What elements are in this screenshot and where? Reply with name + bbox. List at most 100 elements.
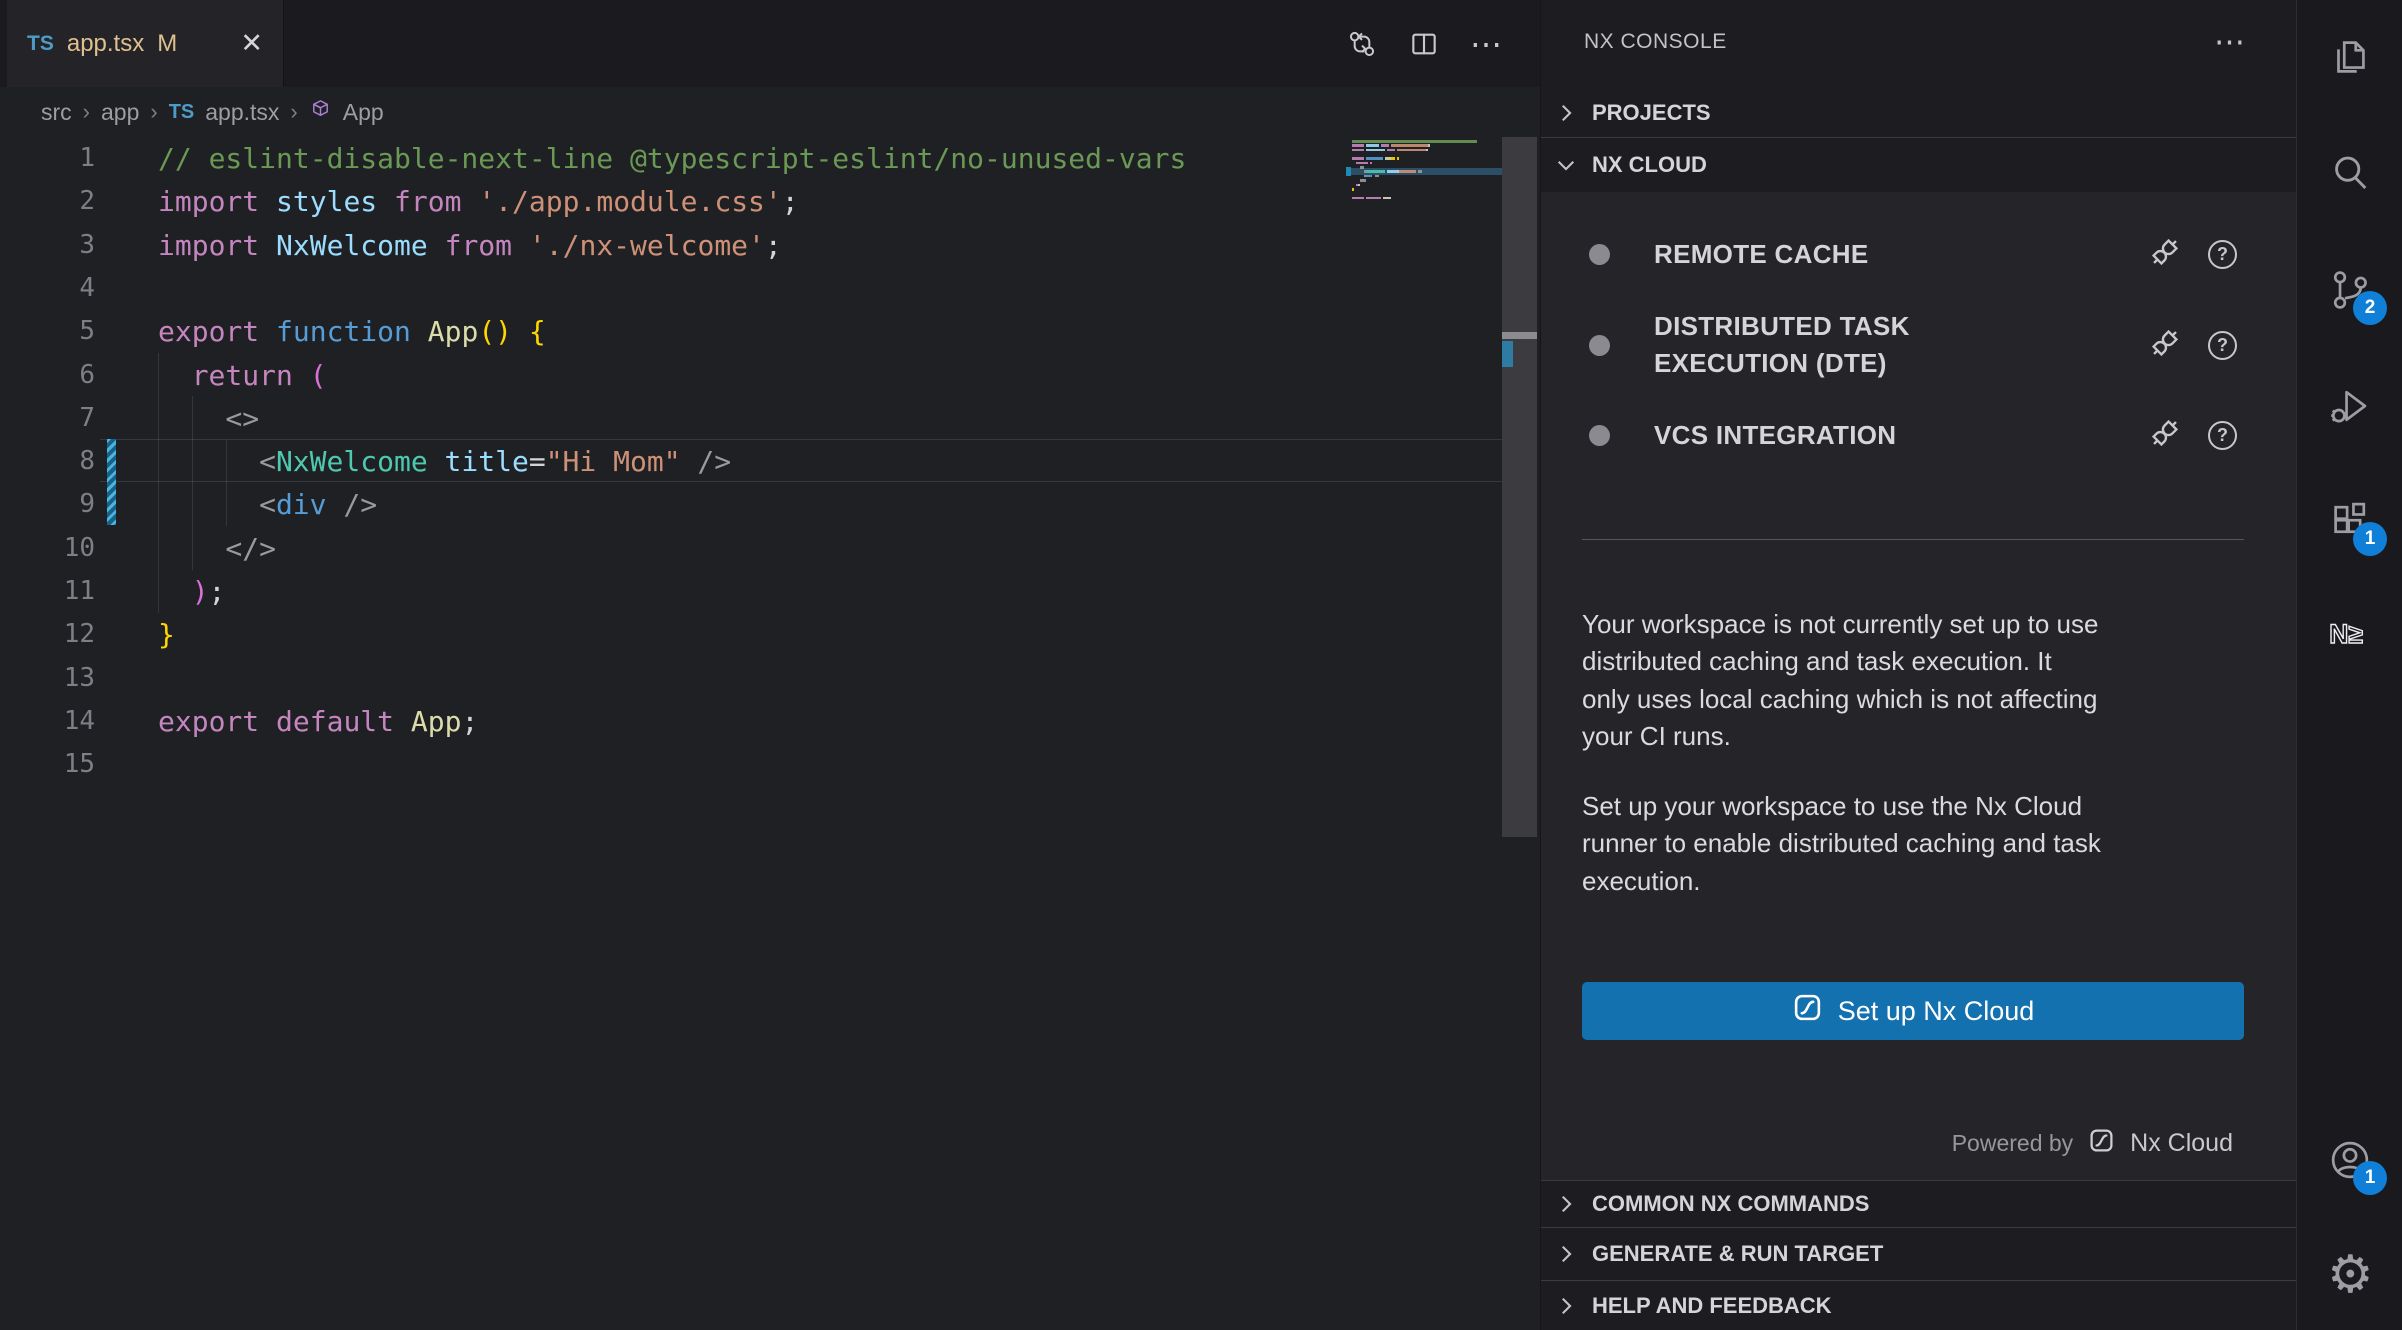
section-projects[interactable]: PROJECTS: [1541, 88, 2297, 137]
typescript-file-icon: TS: [169, 101, 195, 124]
settings-gear-icon[interactable]: ⚙: [2327, 1252, 2373, 1298]
more-actions-icon[interactable]: ⋯: [1470, 25, 1504, 63]
minimap-line-fragment: [1352, 149, 1364, 152]
connect-plug-icon[interactable]: [2146, 233, 2184, 276]
line-number: 12: [0, 613, 95, 656]
minimap-line-fragment: [1360, 179, 1366, 182]
tab-bar: TS app.tsx M ✕ ⋯: [0, 0, 1540, 87]
nx-cloud-brand-label: Nx Cloud: [2130, 1129, 2233, 1158]
minimap-line-fragment: [1352, 140, 1477, 143]
section-label: GENERATE & RUN TARGET: [1592, 1241, 1883, 1267]
code-line-8[interactable]: 8<NxWelcome title="Hi Mom" />: [0, 440, 1540, 483]
minimap-line-fragment: [1366, 175, 1372, 178]
connect-plug-icon[interactable]: [2146, 414, 2184, 457]
code-text: }: [158, 613, 175, 656]
status-dot-icon: [1589, 244, 1610, 265]
panel-more-actions-icon[interactable]: ⋯: [2214, 24, 2245, 60]
minimap[interactable]: [1352, 140, 1502, 215]
extensions-icon[interactable]: 1: [2327, 498, 2373, 544]
section-label: COMMON NX COMMANDS: [1592, 1191, 1869, 1217]
help-icon[interactable]: ?: [2208, 331, 2237, 360]
section-help-and-feedback[interactable]: HELP AND FEEDBACK: [1541, 1280, 2297, 1330]
code-text: <div />: [259, 483, 377, 526]
section-nx-cloud[interactable]: NX CLOUD: [1541, 137, 2297, 192]
minimap-line-fragment: [1352, 157, 1364, 160]
minimap-line-fragment: [1381, 144, 1389, 147]
code-line-14[interactable]: 14export default App;: [0, 700, 1540, 743]
line-number: 9: [0, 483, 95, 526]
code-text: // eslint-disable-next-line @typescript-…: [158, 137, 1186, 180]
connect-plug-icon[interactable]: [2146, 324, 2184, 367]
minimap-line-fragment: [1352, 197, 1364, 200]
nx-cloud-icon: [2088, 1127, 2115, 1159]
minimap-modified-marker: [1346, 167, 1351, 176]
line-number: 4: [0, 267, 95, 310]
vscode-window: TS app.tsx M ✕ ⋯: [0, 0, 2402, 1330]
minimap-line-fragment: [1360, 166, 1364, 169]
open-changes-icon[interactable]: [1346, 28, 1378, 60]
breadcrumb-app[interactable]: app: [101, 99, 139, 126]
section-generate-run-target[interactable]: GENERATE & RUN TARGET: [1541, 1227, 2297, 1280]
setup-button-label: Set up Nx Cloud: [1838, 996, 2035, 1027]
code-line-9[interactable]: 9 <div />: [0, 483, 1540, 526]
feature-vcs-integration: VCS INTEGRATION ?: [1541, 399, 2297, 471]
code-line-10[interactable]: 10</>: [0, 527, 1540, 570]
code-line-2[interactable]: 2import styles from './app.module.css';: [0, 180, 1540, 223]
feature-remote-cache: REMOTE CACHE ?: [1541, 218, 2297, 290]
panel-header: NX CONSOLE ⋯: [1541, 0, 2297, 88]
nx-console-icon[interactable]: N≥: [2327, 611, 2373, 657]
tab-app-tsx[interactable]: TS app.tsx M ✕: [7, 0, 284, 87]
line-number: 11: [0, 570, 95, 613]
setup-nx-cloud-button[interactable]: Set up Nx Cloud: [1582, 982, 2244, 1040]
powered-by-row: Powered by Nx Cloud: [1541, 1127, 2297, 1159]
code-line-15[interactable]: 15: [0, 743, 1540, 786]
split-editor-icon[interactable]: [1408, 28, 1440, 60]
explorer-icon[interactable]: [2327, 34, 2373, 80]
code-line-7[interactable]: 7<>: [0, 397, 1540, 440]
run-and-debug-icon[interactable]: [2327, 383, 2373, 429]
code-text: <>: [225, 397, 259, 440]
chevron-down-icon: [1553, 152, 1579, 178]
minimap-line-fragment: [1397, 149, 1426, 152]
code-line-6[interactable]: 6return (: [0, 354, 1540, 397]
code-line-4[interactable]: 4: [0, 267, 1540, 310]
help-icon[interactable]: ?: [2208, 421, 2237, 450]
code-text: export default App;: [158, 700, 478, 743]
minimap-line-fragment: [1391, 144, 1428, 147]
code-line-3[interactable]: 3import NxWelcome from './nx-welcome';: [0, 224, 1540, 267]
minimap-line-fragment: [1387, 170, 1397, 173]
section-nx-cloud-label: NX CLOUD: [1592, 152, 1707, 178]
minimap-line-fragment: [1426, 149, 1428, 152]
chevron-right-icon: [1553, 1241, 1579, 1267]
line-number: 5: [0, 310, 95, 353]
search-icon[interactable]: [2327, 150, 2373, 196]
line-number: 15: [0, 743, 95, 786]
minimap-line-fragment: [1397, 157, 1399, 160]
symbol-cube-icon: [309, 98, 332, 127]
code-line-1[interactable]: 1 // eslint-disable-next-line @typescript…: [0, 137, 1540, 180]
line-number: 1: [0, 137, 95, 180]
code-line-12[interactable]: 12}: [0, 613, 1540, 656]
section-common-nx-commands[interactable]: COMMON NX COMMANDS: [1541, 1180, 2297, 1227]
code-line-5[interactable]: 5export function App() {: [0, 310, 1540, 353]
help-icon[interactable]: ?: [2208, 240, 2237, 269]
close-tab-icon[interactable]: ✕: [240, 30, 263, 57]
source-control-icon[interactable]: 2: [2327, 267, 2373, 313]
status-dot-icon: [1589, 335, 1610, 356]
extensions-badge: 1: [2353, 522, 2387, 556]
minimap-line-fragment: [1389, 197, 1391, 200]
tab-title: app.tsx: [67, 30, 144, 58]
breadcrumb-symbol-app[interactable]: App: [343, 99, 384, 126]
source-control-badge: 2: [2353, 291, 2387, 325]
minimap-line-fragment: [1370, 162, 1372, 165]
minimap-line-fragment: [1375, 175, 1379, 178]
code-line-11[interactable]: 11);: [0, 570, 1540, 613]
code-text: <NxWelcome title="Hi Mom" />: [259, 440, 731, 483]
code-line-13[interactable]: 13: [0, 657, 1540, 700]
minimap-line-fragment: [1399, 170, 1415, 173]
account-icon[interactable]: 1: [2327, 1137, 2373, 1183]
line-number: 6: [0, 354, 95, 397]
breadcrumb-file[interactable]: app.tsx: [205, 99, 279, 126]
breadcrumb-src[interactable]: src: [41, 99, 72, 126]
editor-scrollbar[interactable]: [1502, 137, 1537, 837]
